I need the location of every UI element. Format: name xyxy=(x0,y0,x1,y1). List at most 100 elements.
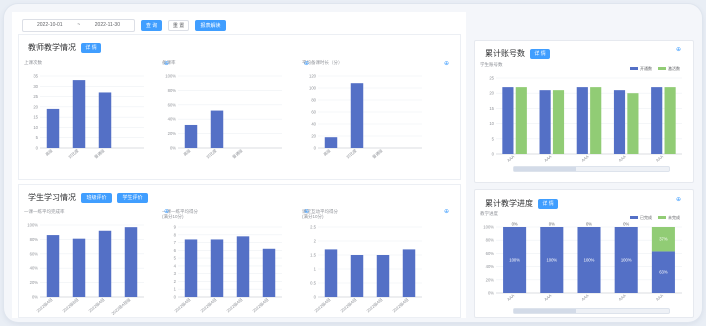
bar xyxy=(184,239,198,297)
y-tick-label: 2 xyxy=(174,279,177,284)
chart-title: 学生账号数 xyxy=(480,62,503,67)
y-tick-label: 80% xyxy=(168,88,177,93)
y-tick-label: 80 xyxy=(311,98,316,103)
student-section-title: 学生学习情况 班级评价 学生评价 xyxy=(28,192,148,203)
y-tick-label: 0 xyxy=(36,146,39,151)
scrollbar-thumb[interactable] xyxy=(514,167,576,171)
y-tick-label: 20 xyxy=(33,104,38,109)
progress-section-title: 累计教学进度 详 情 xyxy=(485,198,558,209)
x-tick-label: AAA xyxy=(655,293,665,302)
zoom-in-icon[interactable]: ⊕ xyxy=(304,60,309,67)
y-tick-label: 25 xyxy=(489,76,494,81)
account-detail-button[interactable]: 详 情 xyxy=(530,48,550,59)
x-tick-label: 高级 xyxy=(44,147,54,157)
bar xyxy=(613,90,626,154)
y-tick-label: 100% xyxy=(27,223,38,228)
bar xyxy=(324,137,338,148)
bar xyxy=(576,87,588,154)
legend-label: 激活数 xyxy=(668,66,680,71)
legend-swatch xyxy=(630,216,638,220)
bar xyxy=(552,90,565,154)
x-tick-label: 普通级 xyxy=(93,147,106,159)
legend-item[interactable]: 未完成 xyxy=(658,215,680,221)
legend-item[interactable]: 激活数 xyxy=(658,66,680,72)
legend-item[interactable]: 已完成 xyxy=(630,215,652,221)
progress-detail-button[interactable]: 详 情 xyxy=(538,198,558,209)
zoom-in-icon[interactable]: ⊕ xyxy=(164,208,169,215)
chart-svg: 0 5 10 15 20 25 30 35 高级 对比度 普通级 xyxy=(33,74,144,159)
chart-svg: 0 5 10 15 20 25 AAA AAA AAA AAA AAA xyxy=(489,76,682,163)
x-tick-label: AAA xyxy=(580,154,590,163)
data-label: 0% xyxy=(586,222,592,227)
y-tick-label: 5 xyxy=(174,256,177,261)
date-start[interactable]: 2022-10-01 xyxy=(37,22,63,28)
class-eval-button[interactable]: 班级评价 xyxy=(81,192,112,203)
y-tick-label: 5 xyxy=(492,136,495,141)
classroom-score-chart: 课堂互动平均得分 (满分10分) 0 0.5 1 1.5 2 2.5 2022级A班 2022级A… xyxy=(302,209,426,315)
zoom-in-icon[interactable]: ⊕ xyxy=(676,46,681,53)
x-tick-label: AAA xyxy=(506,293,516,302)
chart-svg: 01234567892022级A班 2022级A班 2022级A班 2022级A班 xyxy=(173,225,282,313)
prep-rate-chart: 备课率 0% 20% 40% 60% 80% 100% 高级 对比度 普通级 xyxy=(162,60,286,166)
y-tick-label: 25 xyxy=(33,94,38,99)
y-tick-label: 3 xyxy=(174,271,177,276)
teacher-section-title: 教师教学情况 详 情 xyxy=(28,42,101,53)
legend-swatch xyxy=(658,67,666,71)
reset-button[interactable]: 重 置 xyxy=(168,19,189,31)
progress-chart-scrollbar[interactable] xyxy=(513,308,670,314)
chart-svg: 0%20%40%60%80%100%2022级A班 2022级B班 2022级A班 2… xyxy=(27,223,144,315)
x-tick-label: 对比度 xyxy=(205,147,218,159)
chart-svg: 00.511.522.52022级A班 2022级A班 2022级A班 2022级A班 xyxy=(310,225,422,313)
legend-swatch xyxy=(630,67,638,71)
date-range-picker[interactable]: 2022-10-01 ~ 2022-11-30 xyxy=(22,18,135,32)
student-eval-button[interactable]: 学生评价 xyxy=(117,192,148,203)
y-tick-label: 60% xyxy=(168,102,177,107)
y-tick-label: 40% xyxy=(30,266,39,271)
progress-chart: 教学进度 0% 20% 40% 60% 80% 100% 100% 0% AAA 100% 0% AAA… xyxy=(480,211,686,311)
y-tick-label: 1 xyxy=(314,267,317,272)
date-end[interactable]: 2022-11-30 xyxy=(95,22,120,28)
teacher-detail-button[interactable]: 详 情 xyxy=(81,42,101,53)
y-tick-label: 0.5 xyxy=(310,281,316,286)
y-tick-label: 15 xyxy=(489,106,494,111)
x-tick-label: 普通级 xyxy=(231,147,244,159)
zoom-in-icon[interactable]: ⊕ xyxy=(676,196,681,203)
x-tick-label: AAA xyxy=(543,154,553,163)
app-frame: 2022-10-01 ~ 2022-11-30 查 询 重 置 报表解读 教师教… xyxy=(4,4,702,322)
bar xyxy=(376,255,390,297)
zoom-in-icon[interactable]: ⊕ xyxy=(444,208,449,215)
y-tick-label: 0 xyxy=(314,146,317,151)
bar xyxy=(539,90,551,154)
y-tick-label: 100 xyxy=(309,86,317,91)
account-chart-scrollbar[interactable] xyxy=(513,166,670,172)
bar xyxy=(236,236,250,297)
legend-item[interactable]: 开通数 xyxy=(630,66,652,72)
y-tick-label: 1.5 xyxy=(310,253,316,258)
bar xyxy=(72,238,86,297)
x-tick-label: AAA xyxy=(617,154,627,163)
x-tick-label: AAA xyxy=(506,154,516,163)
x-tick-label: AAA xyxy=(617,293,627,302)
y-tick-label: 60% xyxy=(30,251,39,256)
bar xyxy=(210,110,224,148)
query-button[interactable]: 查 询 xyxy=(141,19,162,31)
x-tick-label: 2022级A班 xyxy=(339,296,358,313)
y-tick-label: 40% xyxy=(168,117,177,122)
zoom-in-icon[interactable]: ⊕ xyxy=(164,60,169,67)
y-tick-label: 5 xyxy=(36,135,39,140)
zoom-in-icon[interactable]: ⊕ xyxy=(444,60,449,67)
report-button[interactable]: 报表解读 xyxy=(195,19,226,31)
y-tick-label: 120 xyxy=(309,74,317,79)
zoom-in-icon[interactable]: ⊕ xyxy=(304,208,309,215)
bar xyxy=(664,87,676,154)
data-label: 63% xyxy=(659,270,668,275)
scrollbar-thumb[interactable] xyxy=(514,309,576,313)
y-tick-label: 20% xyxy=(30,280,39,285)
legend-swatch xyxy=(658,216,666,220)
y-tick-label: 10 xyxy=(33,125,38,130)
y-tick-label: 60 xyxy=(311,110,316,115)
chart-title: 一课一练平均完成率 xyxy=(24,209,65,214)
y-tick-label: 30 xyxy=(33,84,38,89)
date-separator: ~ xyxy=(77,22,81,28)
y-tick-label: 100% xyxy=(165,74,176,79)
